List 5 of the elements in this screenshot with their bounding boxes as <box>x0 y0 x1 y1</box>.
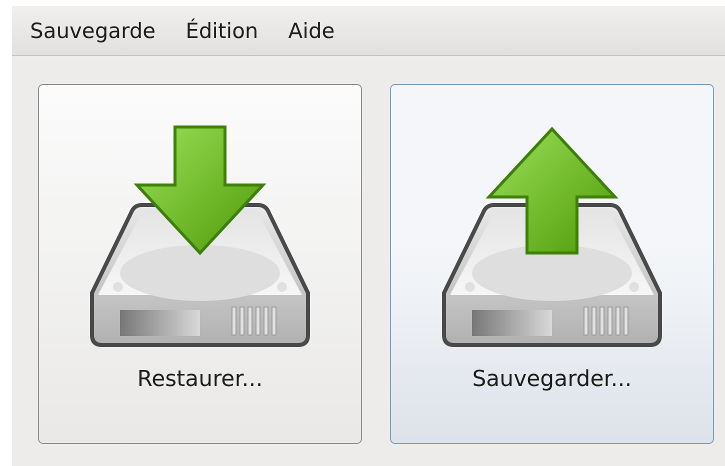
action-button[interactable]: Sauvegarder... <box>390 84 714 444</box>
menu-item[interactable]: Aide <box>288 18 335 42</box>
menu-item[interactable]: Édition <box>186 18 258 42</box>
action-button[interactable]: Restaurer... <box>38 84 362 444</box>
menu-item[interactable]: Sauvegarde <box>30 18 156 42</box>
